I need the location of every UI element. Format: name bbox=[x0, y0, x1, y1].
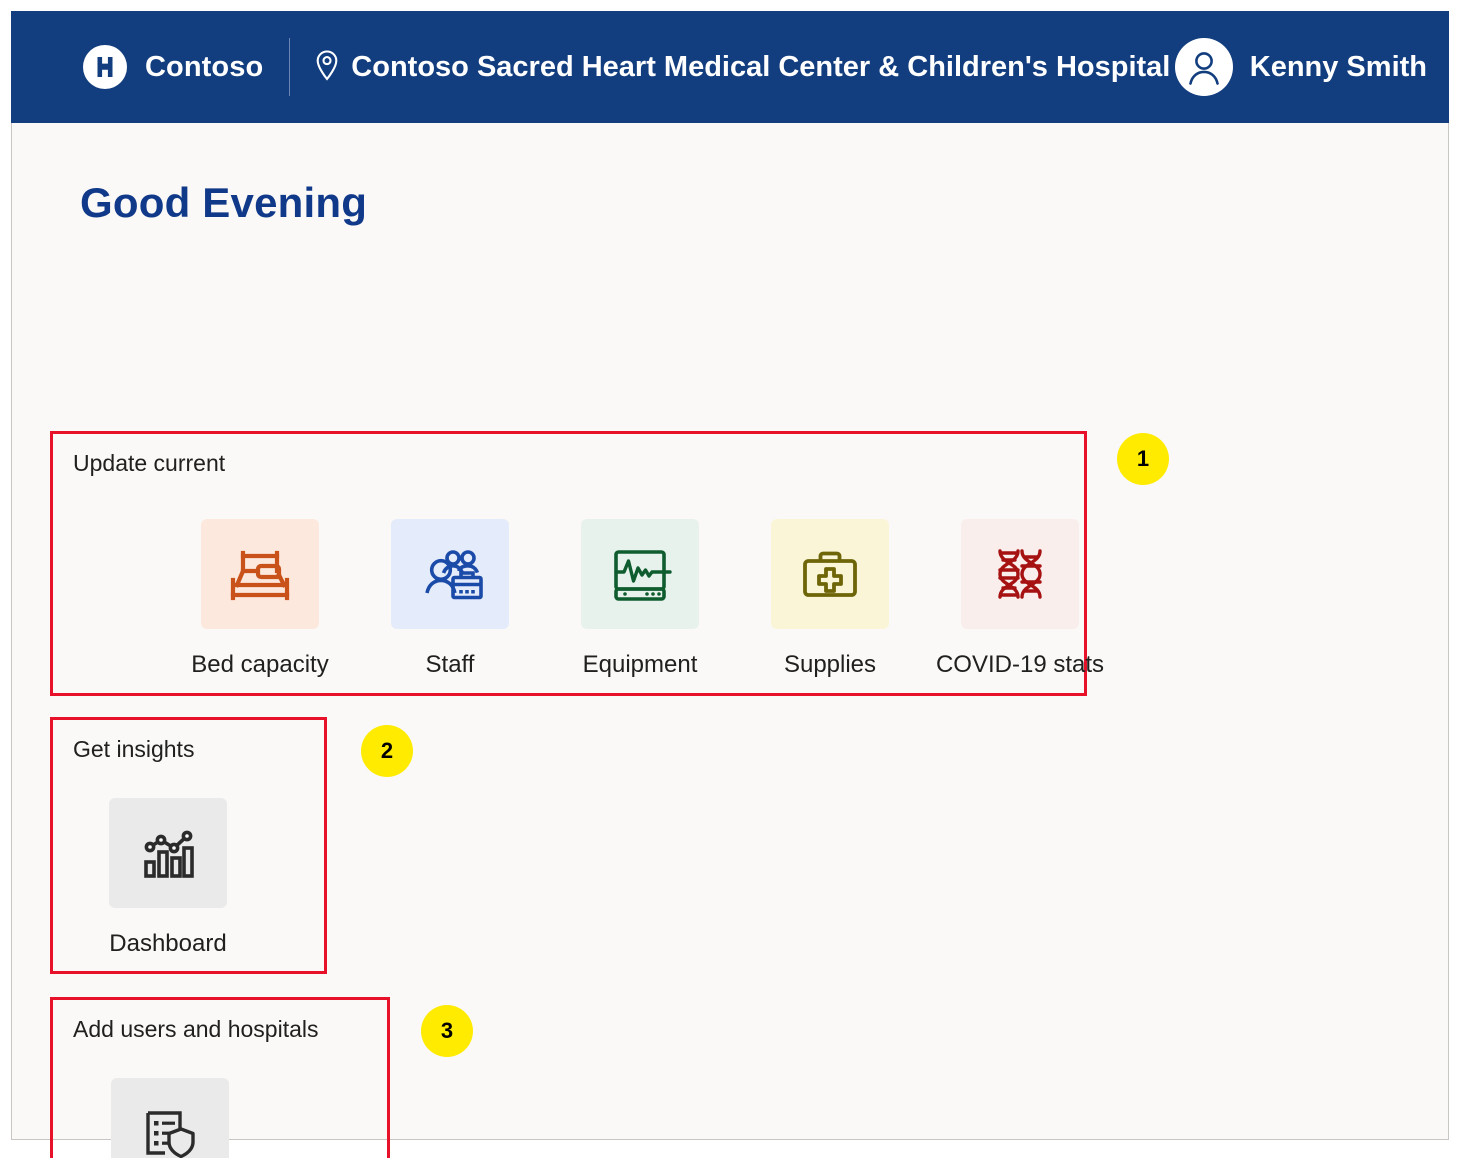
facility-selector[interactable]: Contoso Sacred Heart Medical Center & Ch… bbox=[314, 49, 1170, 86]
brand-area[interactable]: Contoso bbox=[83, 45, 263, 89]
app-root: Contoso Contoso Sacred Heart Medical Cen… bbox=[0, 0, 1464, 1158]
dna-helix-icon bbox=[961, 519, 1079, 629]
callout-badge-3: 3 bbox=[421, 1005, 473, 1057]
section-title: Add users and hospitals bbox=[73, 1016, 319, 1042]
nav-divider bbox=[289, 38, 291, 96]
staff-group-icon bbox=[391, 519, 509, 629]
section-title: Get insights bbox=[73, 736, 195, 762]
user-avatar-icon bbox=[1174, 38, 1233, 96]
tile-label: Dashboard bbox=[109, 930, 227, 957]
location-pin-icon bbox=[314, 49, 340, 86]
page-body: Good Evening Update current Bed capacity… bbox=[12, 123, 1448, 1158]
tile-administration[interactable]: Administration bbox=[75, 1078, 265, 1158]
tile-label: Bed capacity bbox=[191, 651, 329, 678]
facility-name: Contoso Sacred Heart Medical Center & Ch… bbox=[351, 50, 1171, 83]
tile-group: Bed capacity Staff Equipment Supplies CO… bbox=[165, 519, 1115, 679]
tile-label: Equipment bbox=[582, 651, 698, 678]
tile-equipment[interactable]: Equipment bbox=[545, 519, 735, 679]
tile-label: Staff bbox=[425, 651, 475, 678]
clipboard-shield-icon bbox=[111, 1078, 229, 1158]
tile-label: Supplies bbox=[783, 651, 877, 678]
tile-group: Administration bbox=[75, 1078, 265, 1158]
section-update-current: Update current Bed capacity Staff Equipm… bbox=[50, 431, 1104, 696]
section-title: Update current bbox=[73, 450, 226, 476]
tile-bed-capacity[interactable]: Bed capacity bbox=[165, 519, 355, 679]
user-menu[interactable]: Kenny Smith bbox=[1174, 38, 1427, 96]
tile-supplies[interactable]: Supplies bbox=[735, 519, 925, 679]
top-navigation-bar: Contoso Contoso Sacred Heart Medical Cen… bbox=[11, 11, 1449, 123]
brand-name: Contoso bbox=[145, 50, 264, 83]
hospital-h-logo-icon bbox=[83, 45, 127, 89]
section-get-insights: Get insights Dashboard bbox=[50, 717, 327, 974]
section-add-users-and-hospitals: Add users and hospitals bbox=[50, 997, 390, 1158]
tile-covid-19-stats[interactable]: COVID-19 stats bbox=[925, 519, 1115, 679]
bar-chart-trend-icon bbox=[109, 798, 227, 908]
tile-label: COVID-19 stats bbox=[935, 651, 1105, 678]
page-title: Good Evening bbox=[80, 179, 368, 226]
first-aid-kit-icon bbox=[771, 519, 889, 629]
tile-staff[interactable]: Staff bbox=[355, 519, 545, 679]
bed-icon bbox=[201, 519, 319, 629]
tile-dashboard[interactable]: Dashboard bbox=[73, 798, 263, 958]
callout-badge-2: 2 bbox=[361, 725, 413, 777]
vitals-monitor-icon bbox=[581, 519, 699, 629]
tile-group: Dashboard bbox=[73, 798, 263, 958]
user-name: Kenny Smith bbox=[1249, 50, 1427, 83]
callout-badge-1: 1 bbox=[1117, 433, 1169, 485]
